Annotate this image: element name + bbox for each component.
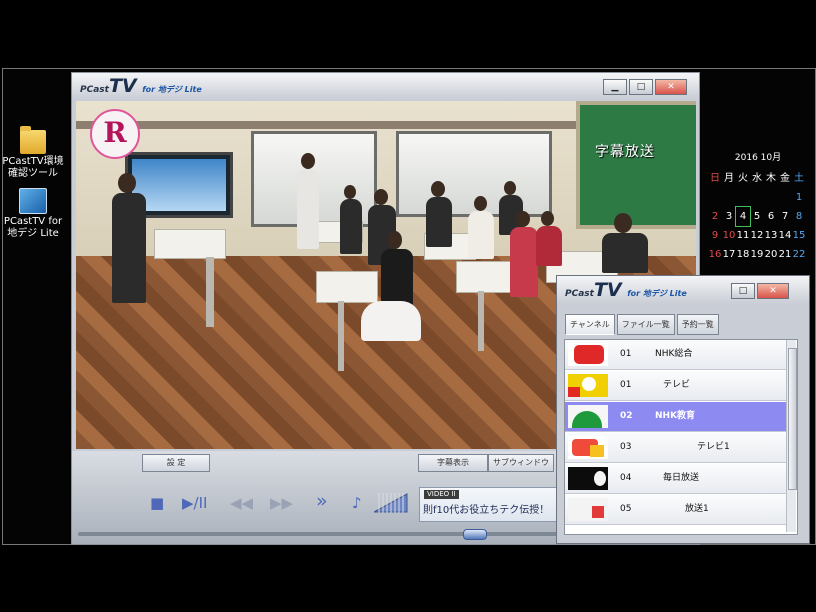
- player-logo: PCastTV for 地デジ Lite: [80, 75, 202, 97]
- calendar-month: 2016 10月: [734, 153, 782, 163]
- channel-row[interactable]: 05 放送1: [565, 495, 787, 525]
- calendar-gadget: 2016 10月 日 月 火 水 木 金 土 1 2345678 9 10 11 12…: [708, 150, 808, 264]
- subwindow-button[interactable]: サブウィンドウ: [488, 454, 554, 472]
- channel-thumbnail: [568, 374, 608, 397]
- desktop-icon-label: PCastTV環境確認ツール: [2, 156, 64, 179]
- channel-row[interactable]: 01 テレビ: [565, 371, 787, 401]
- volume-slider[interactable]: [374, 493, 408, 513]
- channel-list: 01 NHK総合 01 テレビ 02 NHK教育 03 テレビ1 04 毎日放送…: [564, 339, 798, 535]
- video-tag: VIDEO II: [424, 490, 459, 499]
- desktop-icon-env-check[interactable]: PCastTV環境確認ツール: [0, 126, 66, 180]
- channel-thumbnail: [568, 498, 608, 521]
- tab-file-list[interactable]: ファイル一覧: [616, 314, 675, 335]
- video-person: [112, 193, 146, 303]
- channel-window-logo: PCastTV for 地デジ Lite: [565, 279, 687, 301]
- channel-thumbnail: [568, 467, 608, 490]
- channel-row[interactable]: 03 テレビ1: [565, 433, 787, 463]
- close-button[interactable]: ✕: [655, 79, 687, 95]
- calendar-weekday-row: 日 月 火 水 木 金 土: [710, 173, 804, 184]
- channel-row-selected[interactable]: 02 NHK教育: [565, 402, 787, 432]
- calendar-week: 16 17 18 19 20 21 22: [708, 249, 806, 260]
- caption-button[interactable]: 字幕表示: [418, 454, 488, 472]
- mute-button[interactable]: ♪: [352, 495, 362, 511]
- pcasttv-app-icon: [19, 188, 47, 214]
- program-info-panel: VIDEO II 則f10代お役立ちテク伝授！: [419, 487, 557, 522]
- calendar-week: 9 10 11 12 13 14 15: [711, 230, 806, 241]
- folder-icon: [20, 126, 46, 154]
- video-subtitle-overlay: 字幕放送: [595, 144, 655, 160]
- channel-window-tabs: チャンネル ファイル一覧 予約一覧: [565, 314, 719, 335]
- desktop-icon-label: PCastTV for 地デジ Lite: [3, 216, 63, 239]
- channel-window-close-button[interactable]: ✕: [757, 283, 789, 299]
- tab-channel[interactable]: チャンネル: [565, 314, 615, 335]
- desktop-icon-pcasttv[interactable]: PCastTV for 地デジ Lite: [0, 188, 66, 240]
- channel-thumbnail: [568, 436, 608, 459]
- settings-button[interactable]: 設 定: [142, 454, 210, 472]
- stop-button[interactable]: ■: [150, 495, 164, 511]
- calendar-week: 1: [795, 192, 803, 203]
- channel-list-scrollbar[interactable]: [786, 340, 797, 532]
- channel-window-titlebar[interactable]: PCastTV for 地デジ Lite □ ✕: [557, 276, 809, 304]
- fast-forward-button[interactable]: ▶▶: [270, 495, 293, 511]
- skip-button[interactable]: »: [316, 492, 328, 511]
- channel-row[interactable]: 01 NHK総合: [565, 340, 787, 370]
- tab-reservation-list[interactable]: 予約一覧: [676, 314, 719, 335]
- channel-thumbnail: [568, 405, 608, 428]
- channel-thumbnail: [568, 343, 608, 366]
- program-title: 則f10代お役立ちテク伝授！: [423, 505, 550, 516]
- minimize-button[interactable]: ▁: [603, 79, 627, 95]
- channel-row[interactable]: 04 毎日放送: [565, 464, 787, 494]
- video-blackboard: [576, 101, 696, 229]
- channel-list-window: PCastTV for 地デジ Lite □ ✕ チャンネル ファイル一覧 予約…: [556, 275, 810, 544]
- calendar-week: 2345678: [708, 206, 808, 227]
- player-titlebar[interactable]: PCastTV for 地デジ Lite ▁ □ ✕: [72, 73, 699, 99]
- channel-list-scroll-thumb[interactable]: [788, 348, 797, 490]
- maximize-button[interactable]: □: [629, 79, 653, 95]
- seek-thumb[interactable]: [463, 529, 487, 540]
- video-channel-logo: R: [90, 109, 140, 159]
- play-pause-button[interactable]: ▶/II: [182, 495, 207, 511]
- calendar-today: 4: [735, 206, 751, 227]
- channel-window-maximize-button[interactable]: □: [731, 283, 755, 299]
- rewind-button[interactable]: ◀◀: [230, 495, 253, 511]
